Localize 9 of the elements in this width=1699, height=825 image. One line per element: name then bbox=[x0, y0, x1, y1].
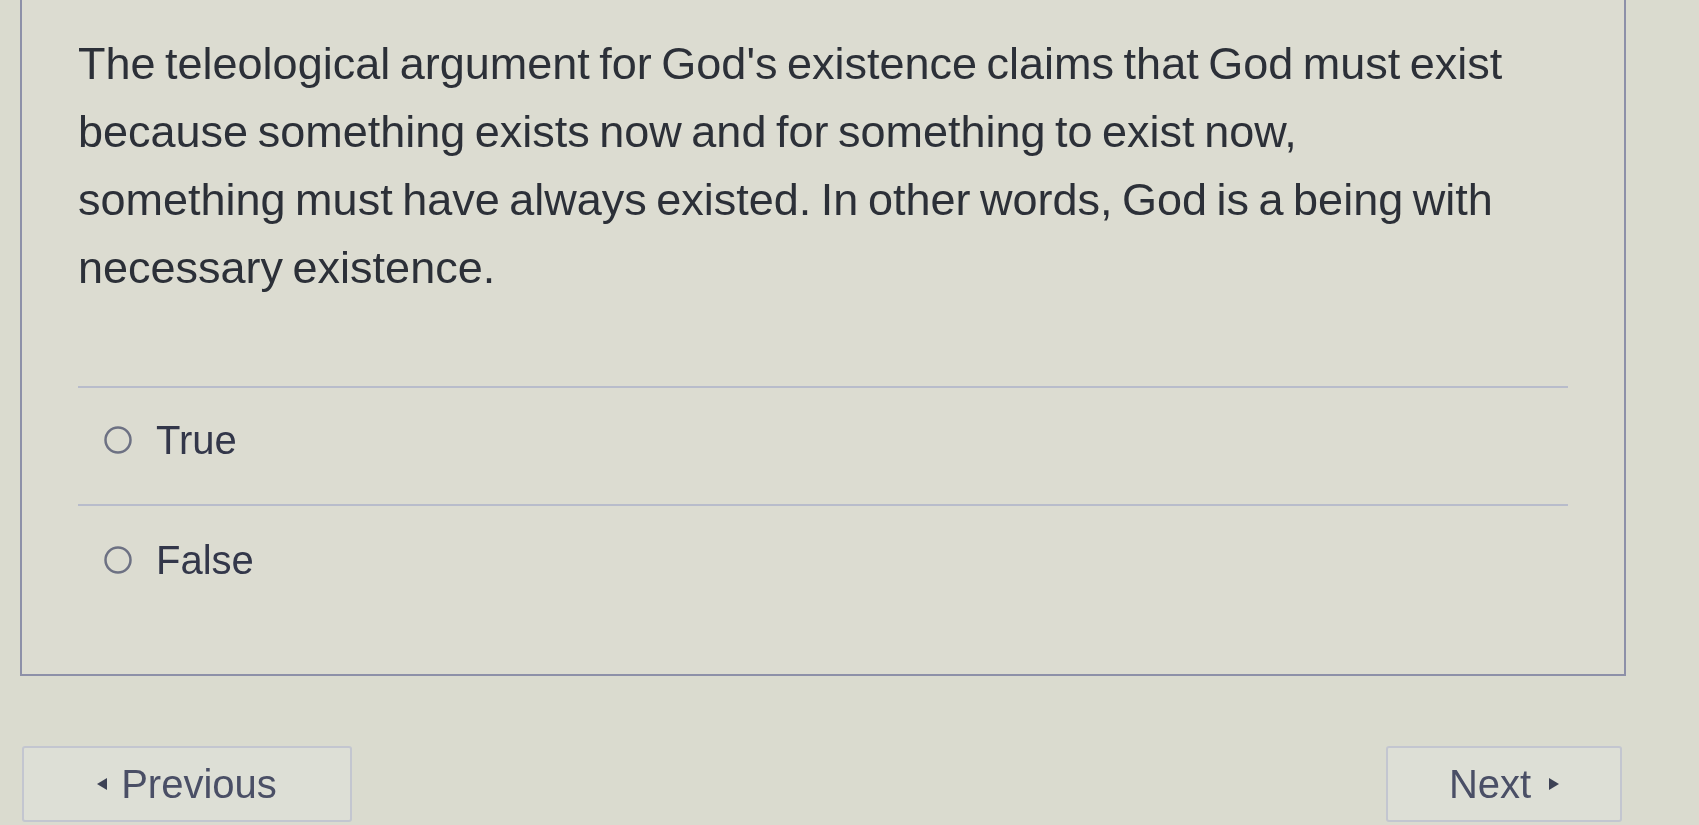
option-label[interactable]: True bbox=[156, 416, 237, 464]
question-text: The teleological argument for God's existence claims that God must exist because something exists now and for something to exist now, something must have always existed. In other words, God is a being with necessary existence. bbox=[78, 37, 1504, 295]
option-label[interactable]: False bbox=[156, 536, 254, 584]
radio-button[interactable] bbox=[104, 546, 132, 574]
caret-left-icon bbox=[97, 778, 108, 790]
caret-right-icon bbox=[1549, 778, 1560, 790]
radio-button[interactable] bbox=[104, 426, 132, 454]
previous-button[interactable]: Previous bbox=[22, 746, 352, 822]
next-button[interactable]: Next bbox=[1386, 746, 1622, 822]
